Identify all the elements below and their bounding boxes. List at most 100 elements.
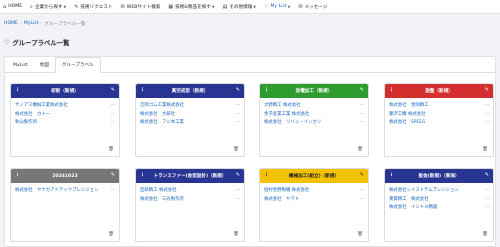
tab-1[interactable]: 地図 (34, 57, 55, 73)
list-item: 株式会社 ヤナカアドテックプレシジョン ⋯ (15, 186, 115, 195)
more-options-icon[interactable]: ⋯ (111, 111, 116, 117)
company-link[interactable]: 吉岡ゴム工業株式会社 (140, 102, 184, 108)
list-icon: ▤ (222, 3, 228, 10)
nav-item-label: HOME (8, 4, 23, 9)
card-title: 放電加工（新規） (295, 89, 333, 94)
edit-icon[interactable]: ✎ (236, 172, 240, 178)
nav-item-4[interactable]: ▦ 技術&製品を探す ▼ (168, 4, 214, 10)
company-link[interactable]: 株式会社 フジ木工業 (140, 119, 184, 125)
drag-handle-icon[interactable]: ⋮ (140, 172, 145, 178)
nav-item-3[interactable]: ✉ WEBサイト検索 (121, 4, 161, 10)
card-item-list: サノアス機械工業株式会社 ⋯ 株式会社 カトー ⋯ 秋山製作所 ⋯ (11, 98, 119, 127)
more-options-icon[interactable]: ⋯ (485, 187, 490, 193)
company-link[interactable]: 株式会社 大研社 (140, 111, 175, 117)
company-link[interactable]: 株式会社シイストテムプレシジョン (389, 187, 459, 193)
company-link[interactable]: 株式会社 ヤマト (264, 196, 299, 202)
company-link[interactable]: 株式会社 金岡精工 (389, 102, 429, 108)
list-item: 金子産業工業 株式会社 ⋯ (264, 110, 364, 119)
drag-handle-icon[interactable]: ⋮ (15, 87, 20, 93)
edit-icon[interactable]: ✎ (111, 87, 115, 93)
nav-item-0[interactable]: ⌂ HOME (3, 4, 22, 10)
nav-item-5[interactable]: ▤ その他情報 ▼ (223, 4, 256, 10)
tab-2[interactable]: グループラベル (54, 57, 101, 73)
nav-item-6[interactable]: ♡ My List ▼ (264, 4, 290, 10)
drag-handle-icon[interactable]: ⋮ (264, 172, 269, 178)
trash-icon[interactable]: 🗑 (233, 232, 239, 237)
more-options-icon[interactable]: ⋯ (111, 187, 116, 193)
company-link[interactable]: 型研精工 株式会社 (140, 187, 177, 193)
company-link[interactable]: 秋山製作所 (15, 119, 37, 125)
company-link[interactable]: 株式会社 イシトメ精器 (389, 204, 437, 210)
top-navigation: ⌂ HOME ⌕ 企業から探す ▼ ✎ 技術リクエスト ✉ WEBサイト検索 ▦ 技術&製品を探す ▼… (0, 0, 500, 14)
more-options-icon[interactable]: ⋯ (485, 111, 490, 117)
nav-item-1[interactable]: ⌕ 企業から探す ▼ (30, 4, 66, 10)
trash-icon[interactable]: 🗑 (482, 232, 488, 237)
more-options-icon[interactable]: ⋯ (360, 196, 365, 202)
edit-icon[interactable]: ✎ (111, 172, 115, 178)
drag-handle-icon[interactable]: ⋮ (389, 87, 394, 93)
company-link[interactable]: 金子産業工業 株式会社 (264, 111, 309, 117)
trash-icon[interactable]: 🗑 (233, 147, 239, 152)
breadcrumb-home[interactable]: HOME (4, 21, 18, 27)
trash-icon[interactable]: 🗑 (482, 147, 488, 152)
more-options-icon[interactable]: ⋯ (360, 102, 365, 108)
card-item-list: 株式会社 ヤナカアドテックプレシジョン ⋯ (11, 183, 119, 195)
edit-icon[interactable]: ✎ (236, 87, 240, 93)
list-item: 株式会社 三光製作所 ⋯ (140, 195, 240, 204)
nav-item-7[interactable]: ✉ メッセージ (298, 4, 327, 10)
trash-icon[interactable]: 🗑 (357, 147, 363, 152)
heart-icon: ♡ (263, 3, 269, 10)
edit-icon[interactable]: ✎ (360, 172, 364, 178)
more-options-icon[interactable]: ⋯ (236, 187, 241, 193)
more-options-icon[interactable]: ⋯ (485, 196, 490, 202)
chevron-down-icon: ▼ (287, 4, 291, 9)
company-link[interactable]: 株式会社 三光製作所 (140, 196, 184, 202)
edit-icon[interactable]: ✎ (485, 87, 489, 93)
card-title: 旋盤（新規） (425, 89, 453, 94)
nav-item-label: 企業から探す (34, 4, 63, 10)
company-link[interactable]: 株式会社 リバン・インカリ (264, 119, 321, 125)
more-options-icon[interactable]: ⋯ (236, 119, 241, 125)
drag-handle-icon[interactable]: ⋮ (264, 87, 269, 93)
more-options-icon[interactable]: ⋯ (360, 187, 365, 193)
edit-icon[interactable]: ✎ (485, 172, 489, 178)
group-label-panel: MyList 地図 グループラベル ⋮ 研削（新規） ✎ サノアス機械工業株式会社 ⋯ 株式会… (4, 56, 496, 247)
trash-icon[interactable]: 🗑 (108, 147, 114, 152)
page-title: ♡ グループラベル一覧 (4, 38, 70, 47)
card-title: 板金(新規)（東海） (418, 174, 460, 179)
company-link[interactable]: 株式会社 ヤナカアドテックプレシジョン (15, 187, 98, 193)
company-link[interactable]: 株式会社 カトー (15, 111, 50, 117)
company-link[interactable]: 藤沢工機 株式会社 (389, 111, 426, 117)
more-options-icon[interactable]: ⋯ (485, 102, 490, 108)
nav-item-label: その他情報 (229, 4, 253, 10)
trash-icon[interactable]: 🗑 (108, 232, 114, 237)
company-link[interactable]: 株式会社 SPEEG (389, 119, 425, 125)
more-options-icon[interactable]: ⋯ (236, 196, 241, 202)
company-link[interactable]: 旭村金野製機 株式会社 (264, 187, 309, 193)
company-link[interactable]: 東賀精工 株式会社 (389, 196, 429, 202)
more-options-icon[interactable]: ⋯ (111, 102, 116, 108)
more-options-icon[interactable]: ⋯ (236, 102, 241, 108)
drag-handle-icon[interactable]: ⋮ (140, 87, 145, 93)
nav-item-2[interactable]: ✎ 技術リクエスト (74, 4, 112, 10)
more-options-icon[interactable]: ⋯ (485, 204, 490, 210)
breadcrumb-mylist[interactable]: MyList (24, 21, 39, 27)
drag-handle-icon[interactable]: ⋮ (389, 172, 394, 178)
more-options-icon[interactable]: ⋯ (111, 119, 116, 125)
company-link[interactable]: 大野精工 株式会社 (264, 102, 301, 108)
edit-icon[interactable]: ✎ (360, 87, 364, 93)
list-item: 株式会社 ヤマト ⋯ (264, 195, 364, 204)
nav-item-label: WEBサイト検索 (126, 4, 161, 10)
group-card: ⋮ 旋盤（新規） ✎ 株式会社 金岡精工 ⋯ 藤沢工機 株式会社 ⋯ 株式会社 SPEEG ⋯ 🗑 (384, 83, 494, 157)
list-item: 株式会社 大研社 ⋯ (140, 110, 240, 119)
card-header: ⋮ 旋盤（新規） ✎ (385, 84, 493, 98)
more-options-icon[interactable]: ⋯ (360, 111, 365, 117)
more-options-icon[interactable]: ⋯ (485, 119, 490, 125)
card-title: 研削（新規） (51, 89, 79, 94)
trash-icon[interactable]: 🗑 (357, 232, 363, 237)
tab-0[interactable]: MyList (7, 57, 34, 73)
company-link[interactable]: サノアス機械工業株式会社 (15, 102, 68, 108)
more-options-icon[interactable]: ⋯ (360, 119, 365, 125)
more-options-icon[interactable]: ⋯ (236, 111, 241, 117)
drag-handle-icon[interactable]: ⋮ (15, 172, 20, 178)
